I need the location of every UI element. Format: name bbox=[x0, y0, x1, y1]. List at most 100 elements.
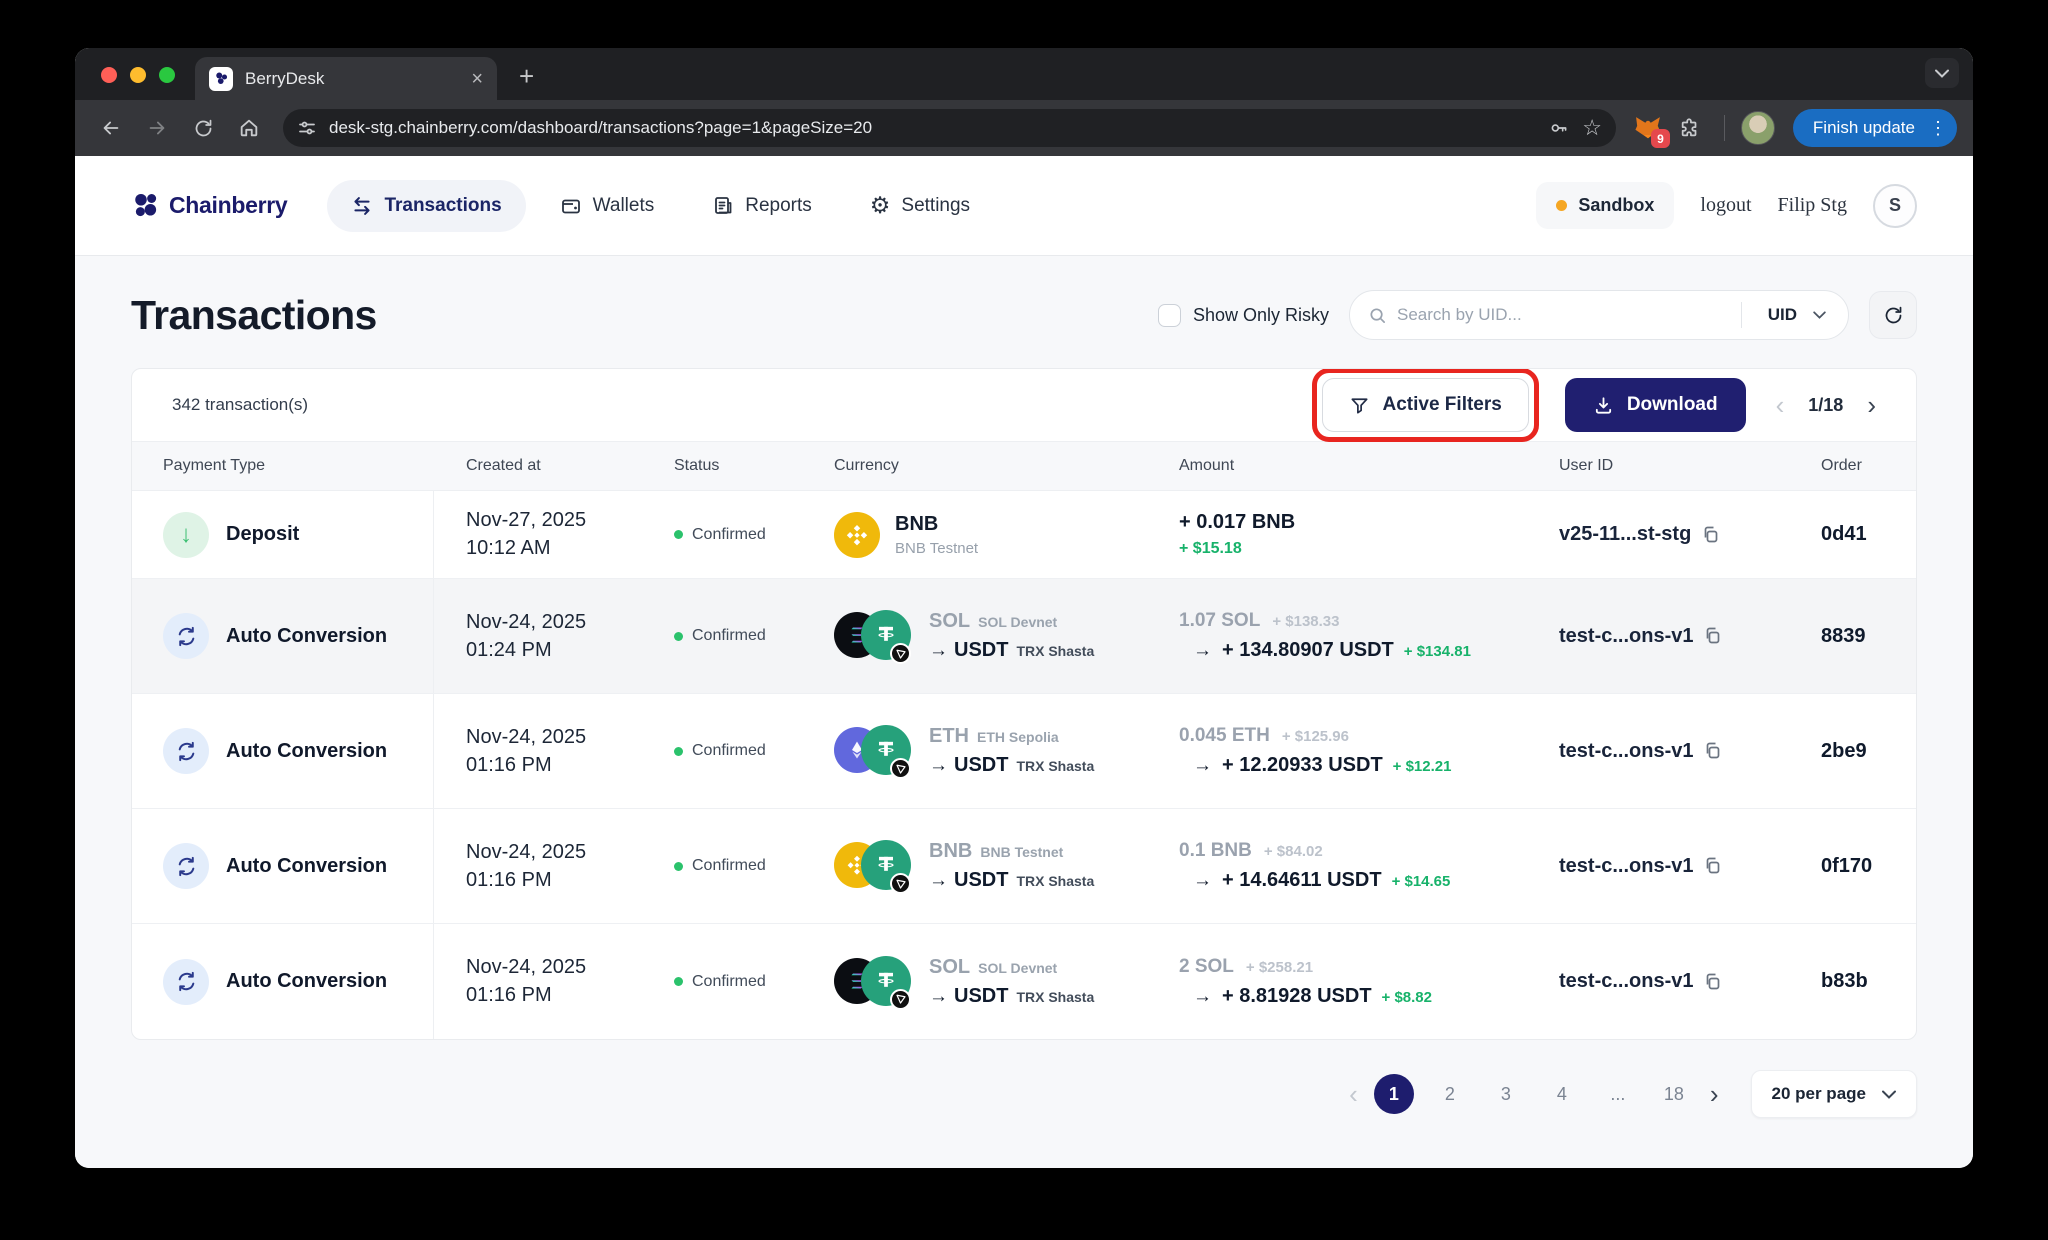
user-avatar[interactable]: S bbox=[1873, 183, 1917, 228]
page-button-3[interactable]: 3 bbox=[1486, 1074, 1526, 1114]
refresh-button[interactable] bbox=[1869, 291, 1917, 339]
created-date: Nov-24, 2025 bbox=[466, 610, 587, 633]
to-currency-network: TRX Shasta bbox=[1016, 758, 1095, 774]
page-button-4[interactable]: 4 bbox=[1542, 1074, 1582, 1114]
auto-conversion-icon bbox=[163, 843, 209, 889]
table-row[interactable]: Auto Conversion Nov-24, 2025 01:16 PM Con… bbox=[132, 694, 1916, 809]
nav-label-transactions: Transactions bbox=[384, 194, 502, 216]
tab-close-icon[interactable]: × bbox=[471, 69, 483, 89]
active-filters-button[interactable]: Active Filters bbox=[1321, 378, 1529, 432]
pager-next-icon[interactable]: › bbox=[1867, 392, 1876, 418]
logout-link[interactable]: logout bbox=[1700, 194, 1751, 217]
search-box[interactable]: UID bbox=[1349, 290, 1849, 340]
show-only-risky-toggle[interactable]: Show Only Risky bbox=[1157, 303, 1329, 327]
download-button[interactable]: Download bbox=[1564, 378, 1746, 432]
copy-icon[interactable] bbox=[1702, 740, 1724, 762]
payment-type-label: Auto Conversion bbox=[226, 854, 388, 877]
forward-icon[interactable] bbox=[137, 108, 177, 148]
header-status: Status bbox=[674, 457, 720, 474]
payment-type-label: Auto Conversion bbox=[226, 970, 388, 992]
nav-item-transactions[interactable]: Transactions bbox=[327, 179, 526, 232]
arrow-right-icon: → bbox=[929, 755, 948, 776]
created-time: 01:24 PM bbox=[466, 638, 552, 661]
risky-checkbox[interactable] bbox=[1157, 303, 1181, 327]
swap-arrows-icon bbox=[354, 196, 371, 215]
from-amount: 1.07 SOL bbox=[1179, 610, 1261, 631]
home-icon[interactable] bbox=[229, 108, 269, 148]
status-label: Confirmed bbox=[692, 742, 766, 759]
nav-item-settings[interactable]: ⚙ Settings bbox=[846, 177, 994, 234]
from-currency-symbol: ETH bbox=[929, 725, 969, 747]
to-currency-network: TRX Shasta bbox=[1016, 988, 1095, 1005]
toolbar-divider bbox=[1723, 115, 1725, 141]
copy-icon[interactable] bbox=[1702, 971, 1724, 993]
user-id-value: test-c...ons-v1 bbox=[1559, 739, 1694, 762]
extensions-puzzle-icon[interactable] bbox=[1672, 110, 1708, 146]
bookmark-star-icon[interactable]: ☆ bbox=[1582, 115, 1602, 141]
page-title: Transactions bbox=[131, 291, 377, 338]
to-currency-symbol: USDT bbox=[954, 984, 1009, 1007]
copy-icon[interactable] bbox=[1702, 855, 1724, 877]
created-date: Nov-24, 2025 bbox=[466, 840, 587, 863]
page-button-18[interactable]: 18 bbox=[1654, 1074, 1694, 1114]
from-fiat: + $125.96 bbox=[1281, 728, 1349, 745]
reload-icon[interactable] bbox=[183, 108, 223, 148]
browser-profile-avatar[interactable] bbox=[1740, 111, 1775, 145]
nav-item-reports[interactable]: Reports bbox=[688, 180, 836, 232]
status-label: Confirmed bbox=[692, 525, 766, 543]
browser-menu-kebab-icon[interactable]: ⋮ bbox=[1929, 118, 1947, 139]
amount-value: + 0.017 BNB bbox=[1179, 511, 1296, 533]
table-row[interactable]: ↓ Deposit Nov-27, 2025 10:12 AM Confirmed… bbox=[132, 491, 1916, 579]
nav-label-settings: Settings bbox=[901, 194, 971, 216]
status-label: Confirmed bbox=[692, 972, 766, 990]
nav-right: Sandbox logout Filip Stg S bbox=[1536, 182, 1917, 229]
pagination-next-icon[interactable]: › bbox=[1710, 1081, 1719, 1107]
back-icon[interactable] bbox=[91, 108, 131, 148]
nav-item-wallets[interactable]: Wallets bbox=[536, 180, 679, 232]
trx-badge-icon bbox=[890, 988, 911, 1010]
new-tab-button[interactable]: + bbox=[519, 61, 534, 92]
metamask-extension-icon[interactable]: 9 bbox=[1630, 110, 1670, 148]
search-divider bbox=[1740, 302, 1742, 328]
copy-icon[interactable] bbox=[1700, 524, 1722, 546]
report-icon bbox=[715, 196, 732, 214]
page-button-1[interactable]: 1 bbox=[1373, 1074, 1414, 1114]
auto-conversion-icon bbox=[163, 728, 209, 774]
user-id-value: test-c...ons-v1 bbox=[1559, 970, 1694, 992]
pager-prev-icon[interactable]: ‹ bbox=[1776, 392, 1785, 418]
copy-icon[interactable] bbox=[1702, 625, 1724, 647]
from-fiat: + $138.33 bbox=[1272, 613, 1340, 630]
risky-label: Show Only Risky bbox=[1192, 304, 1329, 325]
pagination-prev-icon[interactable]: ‹ bbox=[1349, 1081, 1358, 1107]
page-button-2[interactable]: 2 bbox=[1430, 1074, 1470, 1114]
table-row[interactable]: Auto Conversion Nov-24, 2025 01:16 PM Con… bbox=[132, 809, 1916, 924]
table-row[interactable]: Auto Conversion Nov-24, 2025 01:24 PM Con… bbox=[132, 579, 1916, 694]
created-date: Nov-24, 2025 bbox=[466, 956, 587, 978]
to-fiat: + $14.65 bbox=[1391, 873, 1451, 890]
header-currency: Currency bbox=[834, 457, 899, 474]
download-label: Download bbox=[1626, 394, 1718, 415]
berrydesk-favicon bbox=[209, 66, 233, 91]
browser-tab[interactable]: BerryDesk × bbox=[195, 57, 497, 100]
url-text[interactable]: desk-stg.chainberry.com/dashboard/transa… bbox=[329, 118, 1536, 138]
search-input[interactable] bbox=[1397, 305, 1731, 325]
per-page-select[interactable]: 20 per page bbox=[1750, 1070, 1917, 1118]
arrow-right-icon: → bbox=[1193, 985, 1212, 1007]
close-window-button[interactable] bbox=[101, 67, 117, 83]
finish-update-button[interactable]: Finish update ⋮ bbox=[1792, 109, 1957, 147]
site-settings-icon[interactable] bbox=[297, 118, 317, 138]
page-ellipsis: ... bbox=[1610, 1083, 1626, 1104]
search-field-select[interactable]: UID bbox=[1752, 305, 1834, 325]
url-bar[interactable]: desk-stg.chainberry.com/dashboard/transa… bbox=[283, 109, 1616, 147]
order-id-value: 2be9 bbox=[1821, 739, 1867, 762]
order-id-value: 8839 bbox=[1821, 624, 1866, 647]
bottom-pagination: ‹ 1 2 3 4 ... 18 › 20 per page bbox=[131, 1070, 1917, 1118]
minimize-window-button[interactable] bbox=[130, 67, 146, 83]
maximize-window-button[interactable] bbox=[159, 67, 175, 83]
tab-search-chevron-icon[interactable] bbox=[1925, 58, 1959, 88]
from-fiat: + $258.21 bbox=[1245, 958, 1314, 976]
password-key-icon[interactable] bbox=[1548, 117, 1570, 139]
from-currency-symbol: BNB bbox=[929, 840, 973, 862]
table-row[interactable]: Auto Conversion Nov-24, 2025 01:16 PM Con… bbox=[132, 924, 1916, 1039]
chainberry-logo[interactable]: Chainberry bbox=[131, 191, 288, 221]
